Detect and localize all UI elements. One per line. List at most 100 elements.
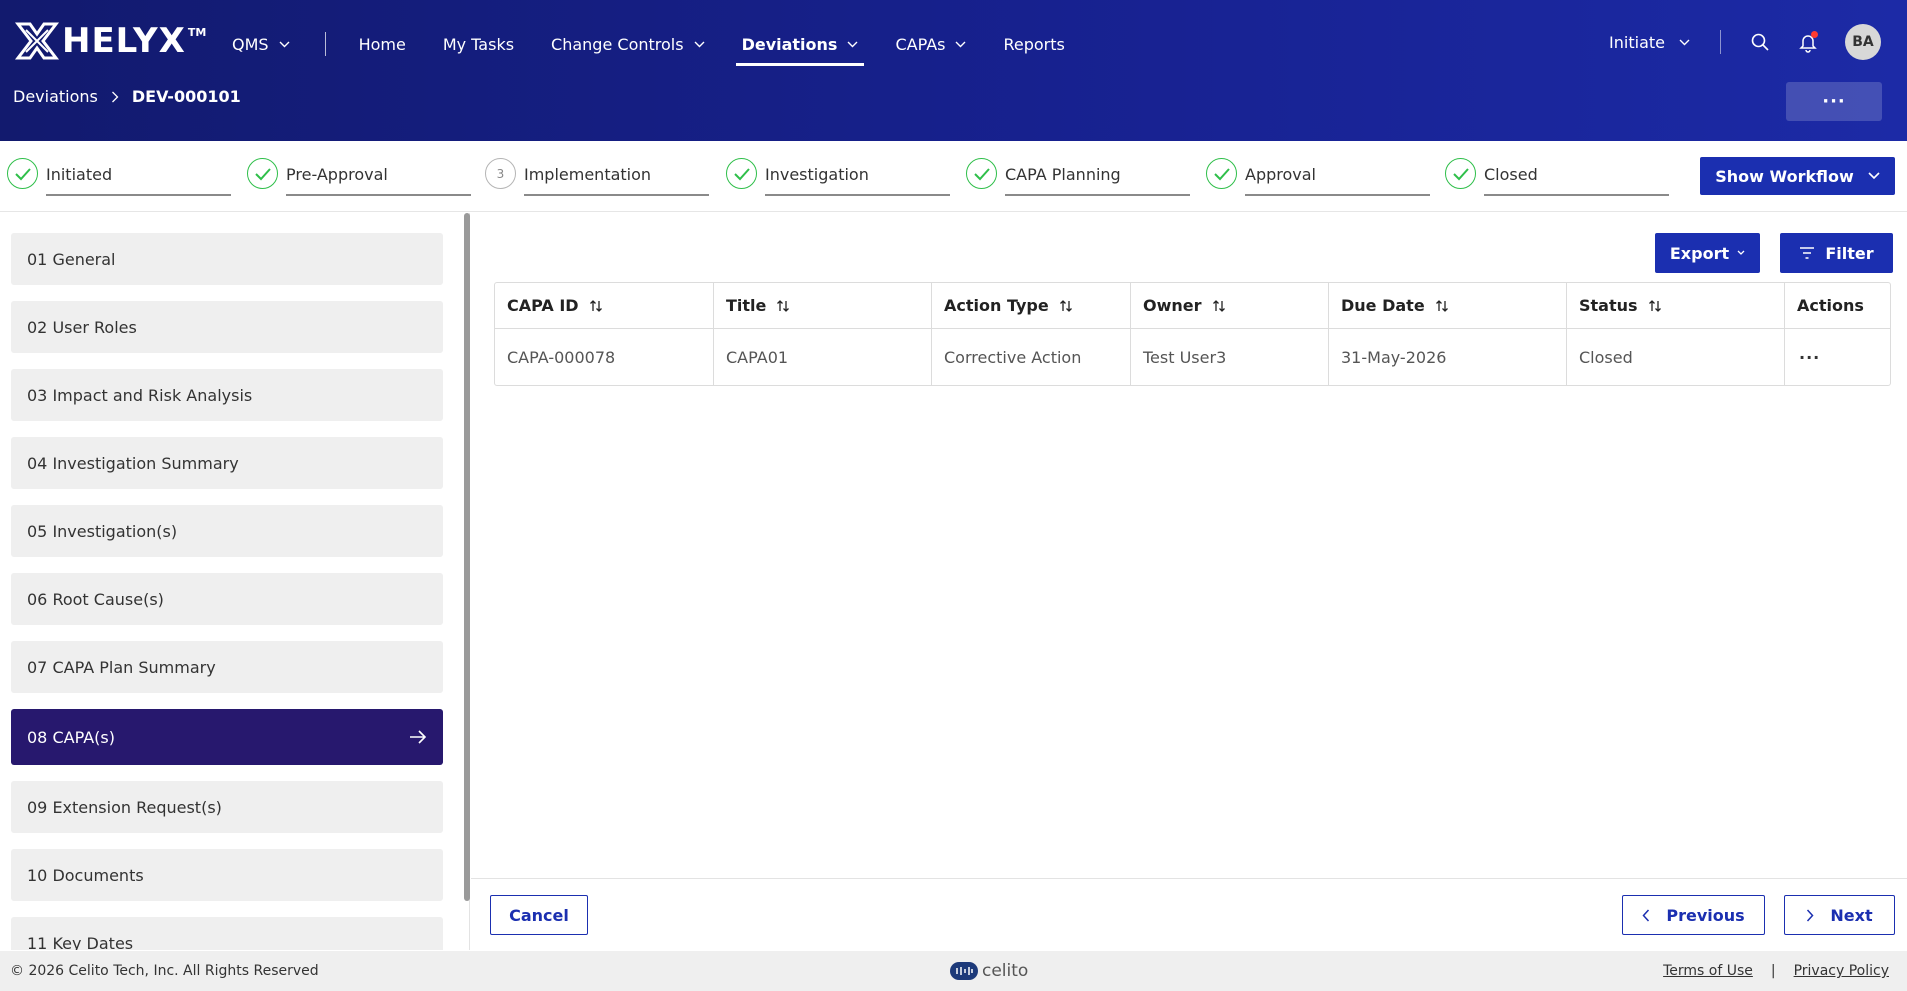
page-footer: © 2026 Celito Tech, Inc. All Rights Rese…	[0, 951, 1907, 991]
sort-icon	[1648, 299, 1661, 312]
column-header-action-type[interactable]: Action Type	[932, 283, 1131, 328]
column-header-due-date[interactable]: Due Date	[1329, 283, 1567, 328]
nav-deviations[interactable]: Deviations	[735, 28, 865, 66]
sort-icon	[1059, 299, 1072, 312]
celito-logo-text: celito	[982, 961, 1029, 981]
step-label: Closed	[1484, 165, 1538, 184]
cell-capa-id[interactable]: CAPA-000078	[495, 329, 714, 385]
show-workflow-label: Show Workflow	[1715, 166, 1854, 186]
cell-owner: Test User3	[1131, 329, 1329, 385]
step-label: Implementation	[524, 165, 652, 184]
export-button[interactable]: Export	[1655, 233, 1760, 273]
sidebar-item-label: 08 CAPA(s)	[27, 727, 115, 747]
filter-icon	[1800, 247, 1815, 259]
nav-home[interactable]: Home	[359, 28, 406, 60]
sidebar-item-key-dates[interactable]: 11 Key Dates	[11, 917, 443, 950]
notifications-button[interactable]	[1797, 31, 1819, 53]
privacy-policy-link[interactable]: Privacy Policy	[1794, 963, 1889, 979]
row-actions-menu-icon[interactable]: ···	[1797, 348, 1820, 367]
sidebar-item-capa-plan-summary[interactable]: 07 CAPA Plan Summary	[11, 641, 443, 693]
column-header-status[interactable]: Status	[1567, 283, 1785, 328]
step-underline	[1484, 194, 1669, 196]
cell-due-date: 31-May-2026	[1329, 329, 1567, 385]
nav-reports[interactable]: Reports	[1003, 28, 1064, 60]
nav-deviations-label: Deviations	[741, 34, 838, 54]
nav-qms[interactable]: QMS	[232, 28, 290, 60]
chevron-down-icon	[1737, 250, 1745, 255]
step-number-3: 3	[485, 158, 516, 189]
check-icon	[726, 158, 757, 189]
nav-home-label: Home	[358, 34, 406, 54]
filter-button[interactable]: Filter	[1780, 233, 1893, 273]
nav-capas-label: CAPAs	[895, 34, 946, 54]
table-row[interactable]: CAPA-000078 CAPA01 Corrective Action Tes…	[495, 329, 1890, 385]
sidebar-item-extension-requests[interactable]: 09 Extension Request(s)	[11, 781, 443, 833]
nav-capas[interactable]: CAPAs	[895, 28, 966, 60]
sidebar-item-root-causes[interactable]: 06 Root Cause(s)	[11, 573, 443, 625]
nav-change-controls[interactable]: Change Controls	[551, 28, 705, 60]
chevron-down-icon	[955, 41, 966, 47]
header-label: Status	[1579, 296, 1638, 315]
check-icon	[1445, 158, 1476, 189]
logo-trademark: TM	[187, 26, 207, 39]
table-header: CAPA ID Title Action Type Owner Due Date…	[495, 283, 1890, 329]
step-underline	[1245, 194, 1430, 196]
workflow-steps: Initiated Pre-Approval 3 Implementation …	[0, 141, 1907, 212]
export-label: Export	[1669, 243, 1730, 263]
initiate-dropdown[interactable]: Initiate	[1609, 33, 1690, 52]
user-avatar[interactable]: BA	[1845, 24, 1881, 60]
helyx-logo[interactable]: HELYX TM	[14, 20, 206, 62]
show-workflow-button[interactable]: Show Workflow	[1700, 157, 1895, 195]
header-label: Title	[726, 296, 767, 315]
cell-action-type: Corrective Action	[932, 329, 1131, 385]
arrow-right-icon	[410, 730, 427, 744]
sidebar-item-capas[interactable]: 08 CAPA(s)	[11, 709, 443, 765]
chevron-down-icon	[279, 41, 290, 47]
sidebar-item-label: 11 Key Dates	[27, 933, 134, 951]
next-button[interactable]: Next	[1784, 895, 1895, 935]
breadcrumb: Deviations DEV-000101	[13, 87, 241, 106]
column-header-capa-id[interactable]: CAPA ID	[495, 283, 714, 328]
chevron-down-icon	[1868, 172, 1880, 180]
chevron-down-icon	[847, 41, 858, 47]
step-underline	[524, 194, 709, 196]
column-header-title[interactable]: Title	[714, 283, 932, 328]
more-options-button[interactable]: ···	[1786, 82, 1882, 121]
sidebar-item-label: 02 User Roles	[27, 317, 137, 337]
column-header-owner[interactable]: Owner	[1131, 283, 1329, 328]
step-underline	[46, 194, 231, 196]
header-label: Action Type	[944, 296, 1049, 315]
sidebar-item-general[interactable]: 01 General	[11, 233, 443, 285]
sidebar-item-documents[interactable]: 10 Documents	[11, 849, 443, 901]
sidebar-item-label: 10 Documents	[27, 865, 144, 885]
nav-my-tasks-label: My Tasks	[442, 34, 515, 54]
sidebar-scrollbar[interactable]	[464, 213, 470, 901]
sidebar-item-investigation-summary[interactable]: 04 Investigation Summary	[11, 437, 443, 489]
next-label: Next	[1830, 905, 1873, 925]
notification-dot	[1811, 31, 1818, 38]
cancel-button[interactable]: Cancel	[490, 895, 588, 935]
sidebar-item-user-roles[interactable]: 02 User Roles	[11, 301, 443, 353]
header-label: Due Date	[1341, 296, 1425, 315]
check-icon	[7, 158, 38, 189]
nav-my-tasks[interactable]: My Tasks	[443, 28, 514, 60]
terms-of-use-link[interactable]: Terms of Use	[1663, 963, 1753, 979]
header-separator	[1720, 30, 1721, 54]
sort-icon	[589, 299, 602, 312]
column-header-actions: Actions	[1785, 283, 1890, 328]
breadcrumb-deviations-link[interactable]: Deviations	[13, 87, 98, 106]
search-icon[interactable]	[1749, 31, 1771, 53]
step-label: Investigation	[765, 165, 869, 184]
main-nav: QMS Home My Tasks Change Controls Deviat…	[232, 28, 1102, 66]
helyx-logo-icon	[14, 22, 60, 60]
sidebar-item-impact-risk[interactable]: 03 Impact and Risk Analysis	[11, 369, 443, 421]
chevron-left-icon	[1642, 908, 1650, 922]
nav-separator	[324, 32, 326, 56]
sidebar-item-investigations[interactable]: 05 Investigation(s)	[11, 505, 443, 557]
previous-button[interactable]: Previous	[1622, 895, 1765, 935]
sidebar-item-label: 09 Extension Request(s)	[27, 797, 222, 817]
footer-links: Terms of Use | Privacy Policy	[1663, 963, 1889, 979]
header-label: Actions	[1797, 296, 1864, 315]
chevron-right-icon	[1807, 908, 1814, 922]
header-label: Owner	[1143, 296, 1202, 315]
